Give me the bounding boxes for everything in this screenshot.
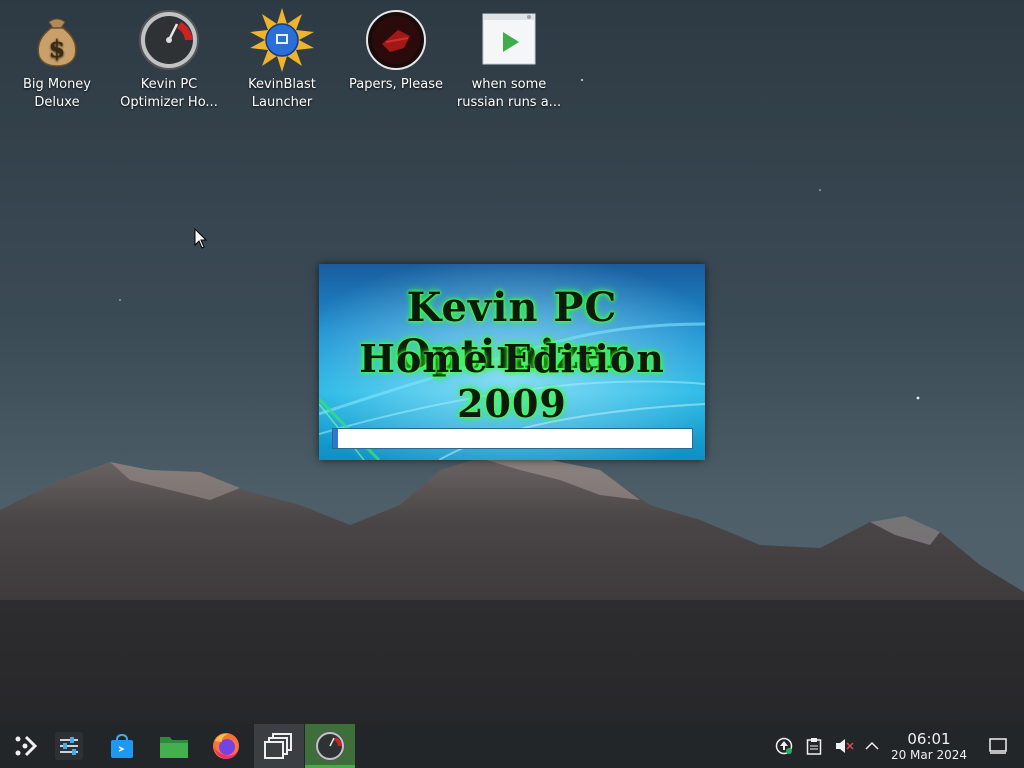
loading-progress-bar (332, 428, 693, 449)
mouse-cursor-icon (194, 228, 208, 249)
desktop-icon-video-file[interactable]: when some russian runs a... (453, 8, 565, 112)
clipboard-icon (806, 738, 822, 755)
taskbar: 06:01 20 Mar 2024 (0, 724, 1024, 768)
firefox-icon (213, 733, 239, 759)
firefox-button[interactable] (201, 724, 251, 768)
discover-store-button[interactable] (97, 724, 147, 768)
tray-expand-button[interactable] (860, 724, 884, 768)
window-switcher-button[interactable] (254, 724, 304, 768)
desktop-icon-label: Kevin PC Optimizer Ho... (120, 77, 218, 110)
application-launcher-button[interactable] (0, 724, 50, 768)
update-notifier[interactable] (772, 724, 796, 768)
video-file-icon (482, 13, 536, 65)
volume-tray[interactable] (832, 724, 856, 768)
launcher-icon (15, 735, 38, 757)
desktop-icon-label: when some russian runs a... (456, 77, 562, 110)
speedometer-icon (315, 731, 345, 761)
svg-text:$: $ (49, 34, 66, 63)
chevron-up-icon (865, 741, 879, 750)
optimizer-splash-window: Kevin PC Optimizer Home Edition 2009 (319, 264, 705, 460)
windows-icon (264, 733, 292, 759)
volume-muted-icon (836, 739, 854, 753)
task-kevin-pc-optimizer[interactable] (305, 724, 355, 768)
system-settings-button[interactable] (44, 724, 94, 768)
desktop-icon-papers-please[interactable]: Papers, Please (340, 8, 452, 94)
file-manager-button[interactable] (149, 724, 199, 768)
store-bag-icon (111, 733, 133, 758)
digital-clock[interactable]: 06:01 20 Mar 2024 (888, 730, 970, 763)
speedometer-icon (139, 10, 199, 70)
desktop-icon-label: Papers, Please (348, 77, 444, 92)
loading-progress-fill (333, 429, 339, 448)
show-desktop-icon (989, 738, 1007, 754)
show-desktop-button[interactable] (986, 724, 1010, 768)
clock-time: 06:01 (907, 730, 951, 748)
desktop-icon-big-money-deluxe[interactable]: $ Big Money Deluxe (1, 8, 113, 112)
folder-icon (160, 737, 188, 758)
update-icon (775, 737, 793, 755)
globe-burst-icon (250, 8, 314, 72)
clipboard-tray[interactable] (802, 724, 826, 768)
desktop-icon-kevin-pc-optimizer[interactable]: Kevin PC Optimizer Ho... (113, 8, 225, 112)
desktop-icon-kevinblast-launcher[interactable]: KevinBlast Launcher (226, 8, 338, 112)
desktop-icon-label: KevinBlast Launcher (248, 77, 316, 110)
settings-sliders-icon (55, 732, 83, 760)
money-bag-icon: $ (37, 18, 77, 67)
clock-date: 20 Mar 2024 (890, 748, 968, 762)
splash-subtitle: Home Edition 2009 (359, 336, 665, 426)
papers-please-icon (366, 10, 426, 70)
desktop-icon-label: Big Money Deluxe (22, 77, 91, 110)
